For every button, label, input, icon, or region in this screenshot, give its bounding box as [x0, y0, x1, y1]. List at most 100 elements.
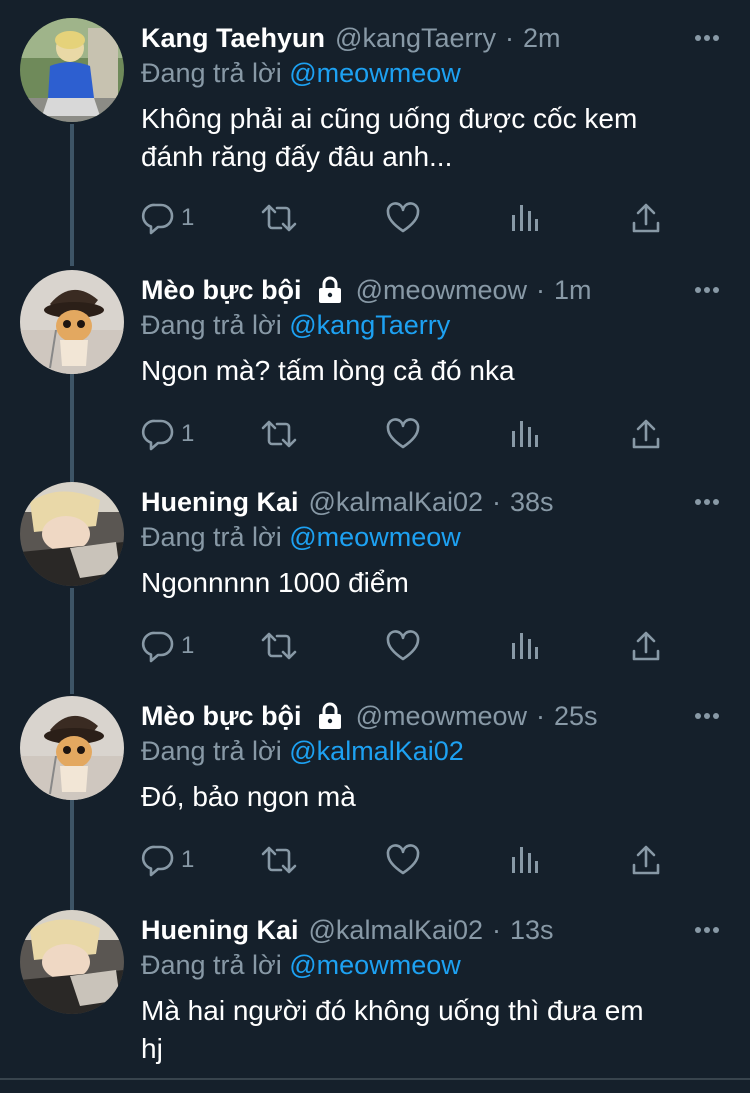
reply-button[interactable]: 1 [141, 626, 194, 666]
avatar[interactable] [20, 696, 124, 800]
replying-to: Đang trả lời @kalmalKai02 [141, 736, 464, 767]
tweet-text-line: Đó, bảo ngon mà [141, 781, 356, 812]
like-icon [386, 418, 420, 449]
timestamp[interactable]: 1m [554, 275, 592, 306]
analytics-button[interactable] [509, 414, 539, 454]
display-name[interactable]: Kang Taehyun [141, 23, 325, 54]
thread-line [70, 124, 74, 266]
display-name[interactable]: Huening Kai [141, 915, 299, 946]
separator-dot: · [492, 486, 502, 517]
user-handle[interactable]: @meowmeow [356, 275, 527, 306]
replying-to: Đang trả lời @meowmeow [141, 950, 461, 981]
share-icon [632, 203, 660, 233]
mention-link[interactable]: @meowmeow [289, 522, 460, 552]
tweet-text-line: Mà hai người đó không uống thì đưa em [141, 995, 644, 1026]
tweet-text-line: Không phải ai cũng uống được cốc kem [141, 103, 638, 134]
more-icon[interactable] [694, 490, 720, 514]
retweet-icon [261, 632, 297, 660]
replying-prefix: Đang trả lời [141, 58, 290, 88]
lock-icon [318, 702, 341, 729]
reply-count: 1 [181, 632, 195, 659]
tweet-header: Mèo bực bội @meowmeow · 25s [141, 696, 598, 736]
display-name[interactable]: Huening Kai [141, 487, 299, 518]
timestamp[interactable]: 38s [510, 487, 554, 518]
avatar[interactable] [20, 18, 124, 122]
user-handle[interactable]: @kalmalKai02 [309, 487, 484, 518]
analytics-icon [512, 633, 538, 659]
retweet-button[interactable] [259, 198, 299, 238]
timestamp[interactable]: 25s [554, 701, 598, 732]
replying-prefix: Đang trả lời [141, 736, 290, 766]
like-button[interactable] [385, 198, 421, 238]
more-icon[interactable] [694, 704, 720, 728]
more-icon[interactable] [694, 918, 720, 942]
tweet-header: Mèo bực bội @meowmeow · 1m [141, 270, 592, 310]
timestamp[interactable]: 2m [523, 23, 561, 54]
replying-to: Đang trả lời @meowmeow [141, 522, 461, 553]
reply-count: 1 [181, 846, 195, 873]
share-icon [632, 419, 660, 449]
mention-link[interactable]: @kalmalKai02 [289, 736, 464, 766]
analytics-button[interactable] [509, 626, 539, 666]
tweet-actions: 1 [141, 414, 681, 454]
mention-link[interactable]: @kangTaerry [289, 310, 450, 340]
like-icon [386, 202, 420, 233]
retweet-icon [261, 204, 297, 232]
tweet-text: Ngonnnnn 1000 điểm [141, 564, 721, 602]
more-icon[interactable] [694, 26, 720, 50]
user-handle[interactable]: @meowmeow [356, 701, 527, 732]
analytics-button[interactable] [509, 198, 539, 238]
replying-prefix: Đang trả lời [141, 950, 290, 980]
tweet-actions: 1 [141, 626, 681, 666]
tweet-text-line: Ngon mà? tấm lòng cả đó nka [141, 355, 515, 386]
reply-button[interactable]: 1 [141, 198, 194, 238]
tweet-text-line: đánh răng đấy đâu anh... [141, 141, 453, 172]
reply-icon [141, 203, 174, 235]
retweet-button[interactable] [259, 626, 299, 666]
more-icon[interactable] [694, 278, 720, 302]
retweet-icon [261, 846, 297, 874]
like-button[interactable] [385, 414, 421, 454]
mention-link[interactable]: @meowmeow [289, 950, 460, 980]
retweet-button[interactable] [259, 414, 299, 454]
like-button[interactable] [385, 626, 421, 666]
mention-link[interactable]: @meowmeow [289, 58, 460, 88]
share-button[interactable] [631, 840, 661, 880]
reply-icon [141, 845, 174, 877]
share-button[interactable] [631, 198, 661, 238]
tweet-text: Ngon mà? tấm lòng cả đó nka [141, 352, 721, 390]
reply-count: 1 [181, 204, 195, 231]
replying-prefix: Đang trả lời [141, 522, 290, 552]
tweet-actions: 1 [141, 198, 681, 238]
like-icon [386, 630, 420, 661]
tweet-actions: 1 [141, 840, 681, 880]
reply-count: 1 [181, 420, 195, 447]
separator-dot: · [492, 914, 502, 945]
thread-line [70, 588, 74, 694]
tweet-text: Đó, bảo ngon mà [141, 778, 721, 816]
tweet-text: Không phải ai cũng uống được cốc kem đán… [141, 100, 721, 176]
display-name[interactable]: Mèo bực bội [141, 275, 302, 306]
reply-button[interactable]: 1 [141, 840, 194, 880]
reply-button[interactable]: 1 [141, 414, 194, 454]
divider [0, 1078, 750, 1080]
like-button[interactable] [385, 840, 421, 880]
replying-prefix: Đang trả lời [141, 310, 290, 340]
tweet-text-line: Ngonnnnn 1000 điểm [141, 567, 409, 598]
display-name[interactable]: Mèo bực bội [141, 701, 302, 732]
user-handle[interactable]: @kangTaerry [335, 23, 496, 54]
share-button[interactable] [631, 626, 661, 666]
analytics-button[interactable] [509, 840, 539, 880]
analytics-icon [512, 847, 538, 873]
separator-dot: · [536, 274, 546, 305]
retweet-button[interactable] [259, 840, 299, 880]
avatar[interactable] [20, 482, 124, 586]
timestamp[interactable]: 13s [510, 915, 554, 946]
user-handle[interactable]: @kalmalKai02 [309, 915, 484, 946]
like-icon [386, 844, 420, 875]
analytics-icon [512, 205, 538, 231]
avatar[interactable] [20, 910, 124, 1014]
avatar[interactable] [20, 270, 124, 374]
share-button[interactable] [631, 414, 661, 454]
replying-to: Đang trả lời @meowmeow [141, 58, 461, 89]
